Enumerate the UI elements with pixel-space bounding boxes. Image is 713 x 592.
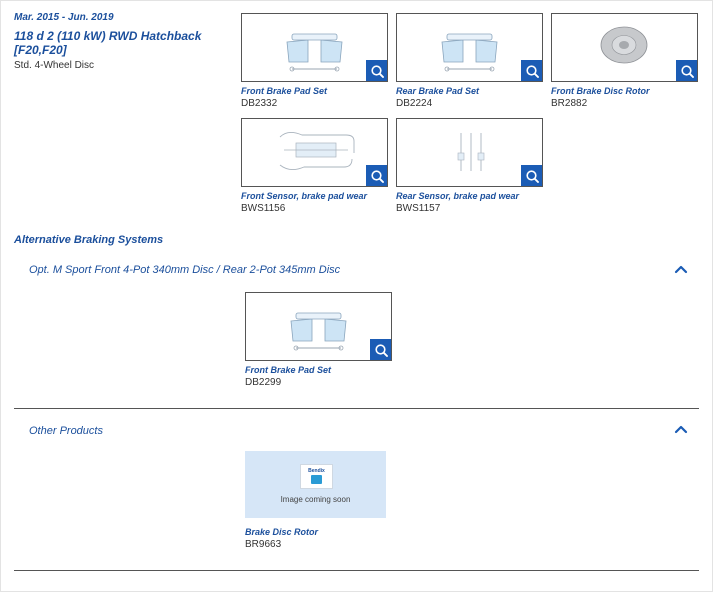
magnifier-icon: [525, 169, 539, 183]
product-card[interactable]: Front Sensor, brake pad wear BWS1156: [241, 118, 388, 214]
product-name-link[interactable]: Front Sensor, brake pad wear: [241, 191, 388, 201]
product-name-link[interactable]: Front Brake Pad Set: [245, 365, 392, 375]
vehicle-info: Mar. 2015 - Jun. 2019 118 d 2 (110 kW) R…: [14, 12, 229, 71]
product-name-link[interactable]: Front Brake Pad Set: [241, 86, 388, 96]
image-coming-soon-text: Image coming soon: [280, 495, 351, 504]
product-card[interactable]: Front Brake Pad Set DB2299: [245, 292, 392, 388]
product-code: DB2332: [241, 98, 278, 109]
product-code: BR2882: [551, 98, 588, 109]
product-image[interactable]: [241, 118, 388, 187]
zoom-button[interactable]: [521, 60, 542, 81]
section-divider: [14, 408, 699, 409]
product-code: BWS1157: [396, 203, 441, 214]
product-image[interactable]: [551, 13, 698, 82]
other-products-title[interactable]: Other Products: [29, 425, 103, 437]
magnifier-icon: [370, 169, 384, 183]
product-name-link[interactable]: Rear Brake Pad Set: [396, 86, 543, 96]
product-code: DB2224: [396, 98, 433, 109]
product-name-link[interactable]: Brake Disc Rotor: [245, 527, 392, 537]
zoom-button[interactable]: [676, 60, 697, 81]
zoom-button[interactable]: [366, 165, 387, 186]
alternative-section-title[interactable]: Opt. M Sport Front 4-Pot 340mm Disc / Re…: [29, 264, 340, 276]
product-card[interactable]: Bendix Image coming soon Brake Disc Roto…: [245, 451, 392, 550]
product-card[interactable]: Rear Brake Pad Set DB2224: [396, 13, 543, 109]
magnifier-icon: [525, 64, 539, 78]
product-card[interactable]: Rear Sensor, brake pad wear BWS1157: [396, 118, 543, 214]
product-name-link[interactable]: Rear Sensor, brake pad wear: [396, 191, 543, 201]
product-name-link[interactable]: Front Brake Disc Rotor: [551, 86, 698, 96]
logo-mark: [311, 475, 322, 484]
vehicle-model: 118 d 2 (110 kW) RWD Hatchback [F20,F20]: [14, 29, 229, 57]
product-image[interactable]: [245, 292, 392, 361]
product-card[interactable]: Front Brake Pad Set DB2332: [241, 13, 388, 109]
vehicle-date-range: Mar. 2015 - Jun. 2019: [14, 12, 114, 23]
product-card[interactable]: Front Brake Disc Rotor BR2882: [551, 13, 698, 109]
vehicle-model-code: [F20,F20]: [14, 43, 67, 57]
bendix-logo: Bendix: [300, 464, 333, 489]
magnifier-icon: [370, 64, 384, 78]
section-divider: [14, 570, 699, 571]
product-image[interactable]: [241, 13, 388, 82]
logo-text: Bendix: [308, 468, 325, 474]
product-image[interactable]: [396, 13, 543, 82]
product-code: DB2299: [245, 377, 282, 388]
vehicle-subtitle: Std. 4-Wheel Disc: [14, 60, 95, 71]
zoom-button[interactable]: [370, 339, 391, 360]
image-placeholder[interactable]: Bendix Image coming soon: [245, 451, 386, 518]
chevron-up-icon[interactable]: [674, 264, 688, 274]
vehicle-model-line: 118 d 2 (110 kW) RWD Hatchback: [14, 29, 202, 43]
zoom-button[interactable]: [366, 60, 387, 81]
zoom-button[interactable]: [521, 165, 542, 186]
alternative-systems-heading: Alternative Braking Systems: [14, 234, 164, 246]
product-code: BR9663: [245, 539, 282, 550]
product-code: BWS1156: [241, 203, 286, 214]
magnifier-icon: [374, 343, 388, 357]
chevron-up-icon[interactable]: [674, 424, 688, 434]
product-image[interactable]: [396, 118, 543, 187]
magnifier-icon: [680, 64, 694, 78]
